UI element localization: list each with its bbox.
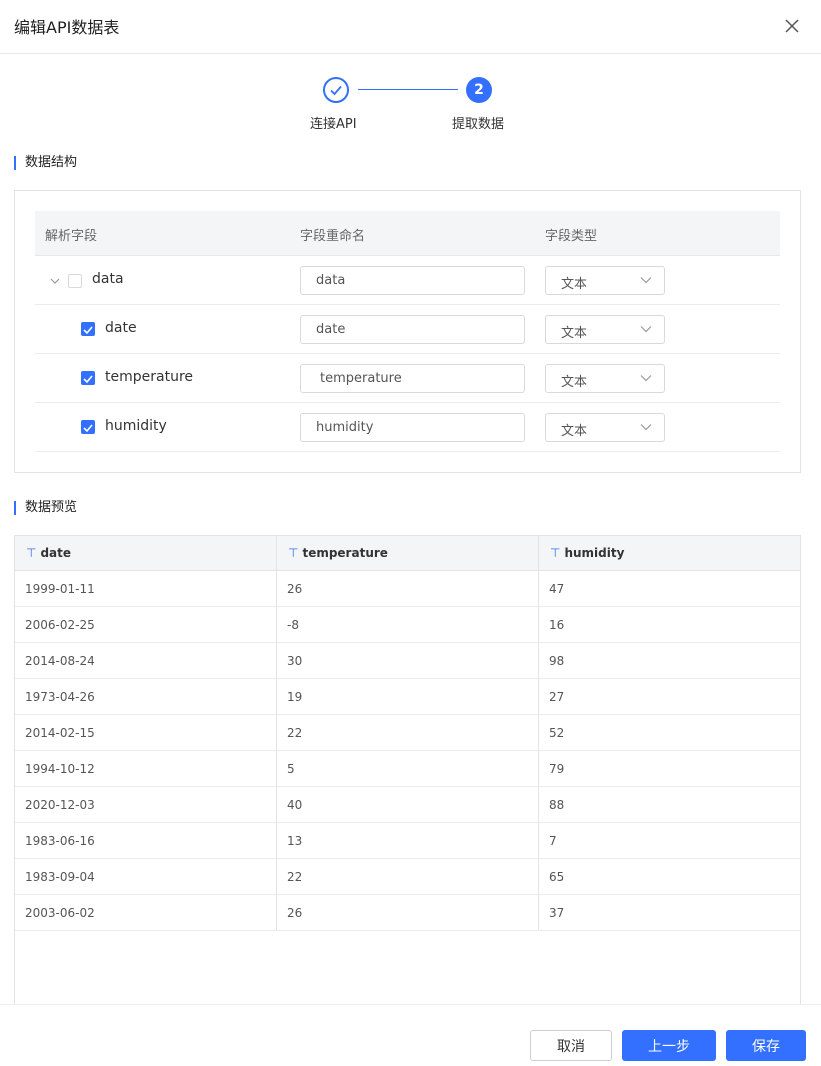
table-cell-date: 2014-08-24 (25, 654, 95, 668)
structure-section-title: 数据结构 (14, 156, 77, 170)
check-icon (83, 326, 93, 335)
structure-table-header (35, 211, 780, 256)
table-cell-date: 2006-02-25 (25, 618, 95, 632)
field-name-data: data (92, 271, 124, 287)
table-row: 2014-08-24 30 98 (15, 643, 800, 679)
table-cell-temperature: 22 (287, 870, 303, 884)
chevron-down-icon (640, 326, 652, 333)
table-row: 2003-06-02 26 37 (15, 895, 800, 931)
field-checkbox-date[interactable] (81, 322, 95, 336)
header-rename: 字段重命名 (300, 229, 366, 244)
type-select-value: 文本 (561, 326, 588, 341)
step-2-label: 提取数据 (452, 117, 505, 132)
preview-section-title: 数据预览 (14, 501, 77, 515)
header-type: 字段类型 (545, 229, 598, 244)
table-row: 1973-04-26 19 27 (15, 679, 800, 715)
text-type-icon: ⊤ (26, 546, 37, 560)
check-icon (330, 85, 342, 96)
table-cell-date: 2020-12-03 (25, 798, 95, 812)
cancel-button[interactable]: 取消 (530, 1030, 612, 1061)
table-cell-date: 1999-01-11 (25, 582, 95, 596)
table-cell-humidity: 27 (549, 690, 565, 704)
table-cell-humidity: 98 (549, 654, 565, 668)
rename-input-temperature[interactable]: temperature (300, 364, 525, 393)
column-header-temperature[interactable]: ⊤ temperature (288, 546, 388, 560)
table-cell-temperature: 30 (287, 654, 303, 668)
text-type-icon: ⊤ (550, 546, 561, 560)
table-cell-humidity: 47 (549, 582, 565, 596)
table-cell-humidity: 37 (549, 906, 565, 920)
rename-input-humidity[interactable]: humidity (300, 413, 525, 442)
table-cell-temperature: 40 (287, 798, 303, 812)
chevron-down-icon (640, 424, 652, 431)
table-cell-date: 1983-06-16 (25, 834, 95, 848)
type-select-value: 文本 (561, 375, 588, 390)
step-1-done-icon (323, 77, 349, 103)
field-checkbox-data[interactable] (68, 274, 82, 288)
preview-table-header: ⊤ date ⊤ temperature ⊤ humidity (15, 536, 800, 571)
dialog-title: 编辑API数据表 (14, 18, 120, 37)
save-button[interactable]: 保存 (726, 1030, 806, 1061)
previous-step-button[interactable]: 上一步 (622, 1030, 716, 1061)
step-1-label: 连接API (310, 117, 357, 132)
type-select-temperature[interactable]: 文本 (545, 364, 665, 393)
field-name-date: date (105, 320, 137, 336)
check-icon (83, 375, 93, 384)
chevron-down-icon (640, 277, 652, 284)
column-header-label: temperature (302, 546, 388, 560)
check-icon (83, 424, 93, 433)
table-cell-humidity: 79 (549, 762, 565, 776)
preview-table: ⊤ date ⊤ temperature ⊤ humidity 1999-01-11 2… (14, 535, 801, 1010)
rename-input-date[interactable]: date (300, 315, 525, 344)
field-checkbox-humidity[interactable] (81, 420, 95, 434)
table-row: 2020-12-03 40 88 (15, 787, 800, 823)
column-header-label: date (40, 546, 72, 560)
table-cell-temperature: 22 (287, 726, 303, 740)
table-cell-date: 1983-09-04 (25, 870, 95, 884)
table-cell-date: 2003-06-02 (25, 906, 95, 920)
dialog-header: 编辑API数据表 (0, 0, 821, 54)
rename-input-data[interactable]: data (300, 266, 525, 295)
table-row: 2006-02-25 -8 16 (15, 607, 800, 643)
type-select-date[interactable]: 文本 (545, 315, 665, 344)
table-cell-humidity: 88 (549, 798, 565, 812)
column-header-date[interactable]: ⊤ date (26, 546, 71, 560)
table-cell-temperature: 26 (287, 582, 303, 596)
table-cell-temperature: 19 (287, 690, 303, 704)
type-select-value: 文本 (561, 424, 588, 439)
table-cell-date: 2014-02-15 (25, 726, 95, 740)
table-cell-date: 1973-04-26 (25, 690, 95, 704)
table-row: 1983-09-04 22 65 (15, 859, 800, 895)
table-row: 1994-10-12 5 79 (15, 751, 800, 787)
text-type-icon: ⊤ (288, 546, 299, 560)
table-cell-temperature: 5 (287, 762, 295, 776)
table-cell-date: 1994-10-12 (25, 762, 95, 776)
type-select-value: 文本 (561, 277, 588, 292)
table-row: 2014-02-15 22 52 (15, 715, 800, 751)
close-icon[interactable] (782, 16, 802, 36)
table-cell-humidity: 52 (549, 726, 565, 740)
step-2-indicator: 2 (466, 77, 492, 103)
table-cell-temperature: 13 (287, 834, 303, 848)
table-cell-humidity: 65 (549, 870, 565, 884)
field-name-temperature: temperature (105, 369, 193, 385)
table-cell-humidity: 16 (549, 618, 565, 632)
table-cell-humidity: 7 (549, 834, 557, 848)
column-header-label: humidity (564, 546, 625, 560)
column-header-humidity[interactable]: ⊤ humidity (550, 546, 624, 560)
table-row: 1999-01-11 26 47 (15, 571, 800, 607)
type-select-data[interactable]: 文本 (545, 266, 665, 295)
table-row: 1983-06-16 13 7 (15, 823, 800, 859)
table-cell-temperature: 26 (287, 906, 303, 920)
type-select-humidity[interactable]: 文本 (545, 413, 665, 442)
field-name-humidity: humidity (105, 418, 167, 434)
chevron-down-icon (640, 375, 652, 382)
header-parse-field: 解析字段 (45, 229, 98, 244)
field-checkbox-temperature[interactable] (81, 371, 95, 385)
chevron-down-icon[interactable] (50, 276, 60, 286)
table-cell-temperature: -8 (287, 618, 299, 632)
step-connector (358, 89, 458, 90)
